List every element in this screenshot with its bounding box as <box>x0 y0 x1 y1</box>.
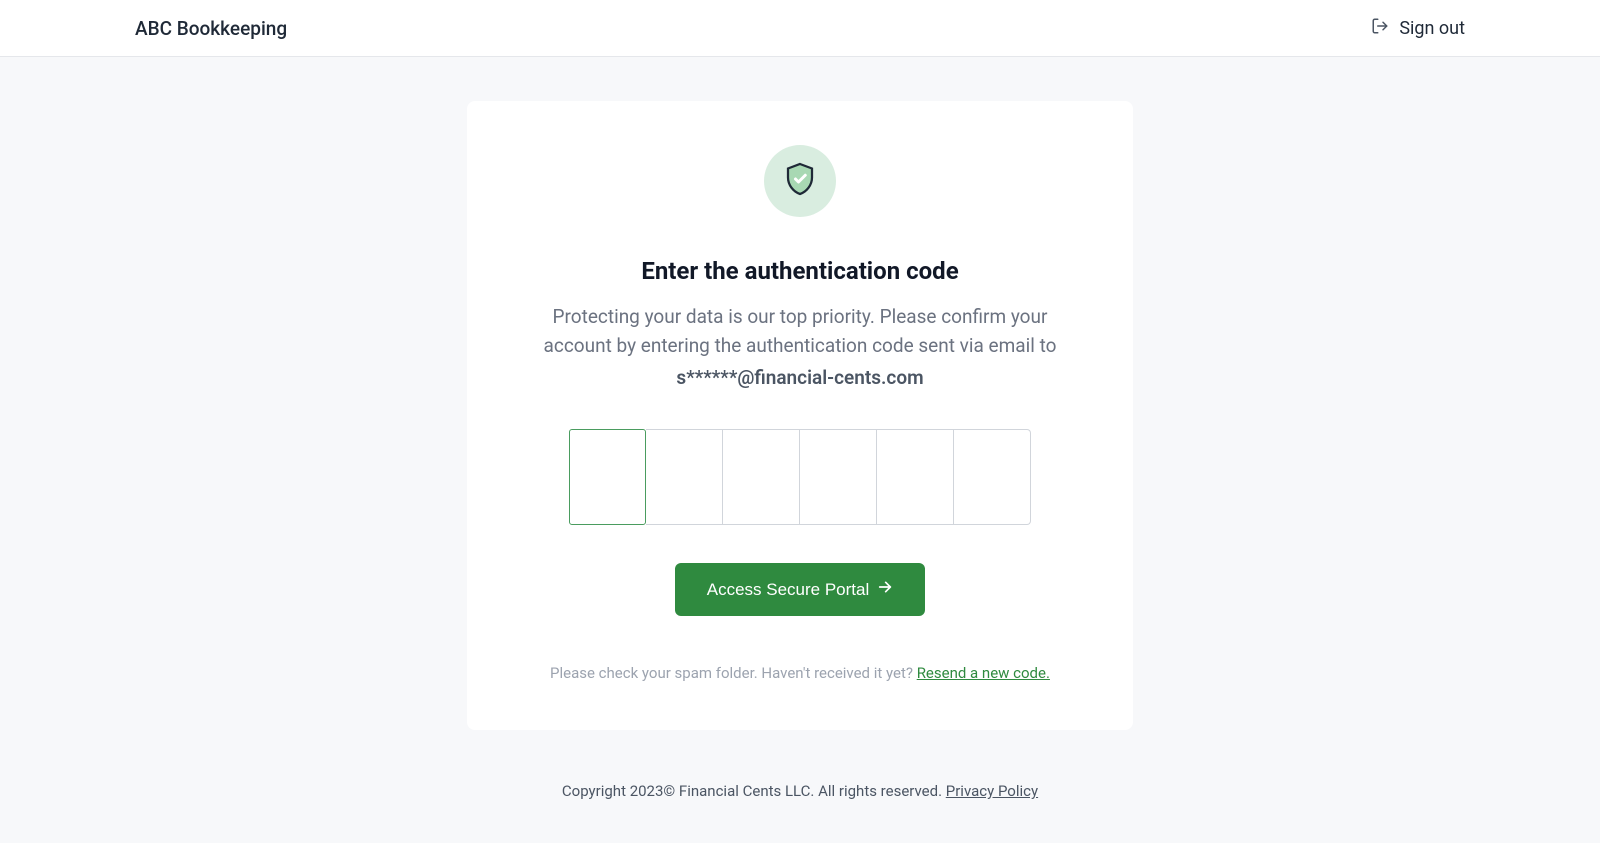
helper-text: Please check your spam folder. Haven't r… <box>527 664 1073 682</box>
privacy-policy-link[interactable]: Privacy Policy <box>946 782 1038 800</box>
code-input-group <box>527 429 1073 525</box>
code-digit-3[interactable] <box>723 429 800 525</box>
shield-icon-circle <box>764 145 836 217</box>
sign-out-button[interactable]: Sign out <box>1371 17 1465 40</box>
access-portal-label: Access Secure Portal <box>707 580 870 600</box>
sign-out-label: Sign out <box>1399 18 1465 39</box>
code-digit-1[interactable] <box>569 429 646 525</box>
main-content: Enter the authentication code Protecting… <box>0 57 1600 730</box>
arrow-right-icon <box>877 579 893 600</box>
helper-text-label: Please check your spam folder. Haven't r… <box>550 664 917 682</box>
code-digit-5[interactable] <box>877 429 954 525</box>
code-digit-4[interactable] <box>800 429 877 525</box>
access-portal-button[interactable]: Access Secure Portal <box>675 563 926 616</box>
masked-email: s******@financial-cents.com <box>527 366 1073 389</box>
resend-code-link[interactable]: Resend a new code. <box>917 664 1050 682</box>
copyright-text: Copyright 2023© Financial Cents LLC. All… <box>562 782 946 800</box>
sign-out-icon <box>1371 17 1389 40</box>
code-digit-6[interactable] <box>954 429 1031 525</box>
shield-check-icon <box>782 161 818 201</box>
auth-card: Enter the authentication code Protecting… <box>467 101 1133 730</box>
brand-title: ABC Bookkeeping <box>135 17 287 40</box>
card-description: Protecting your data is our top priority… <box>540 303 1060 360</box>
card-title: Enter the authentication code <box>527 257 1073 285</box>
header: ABC Bookkeeping Sign out <box>0 0 1600 57</box>
code-digit-2[interactable] <box>646 429 723 525</box>
footer: Copyright 2023© Financial Cents LLC. All… <box>0 782 1600 800</box>
